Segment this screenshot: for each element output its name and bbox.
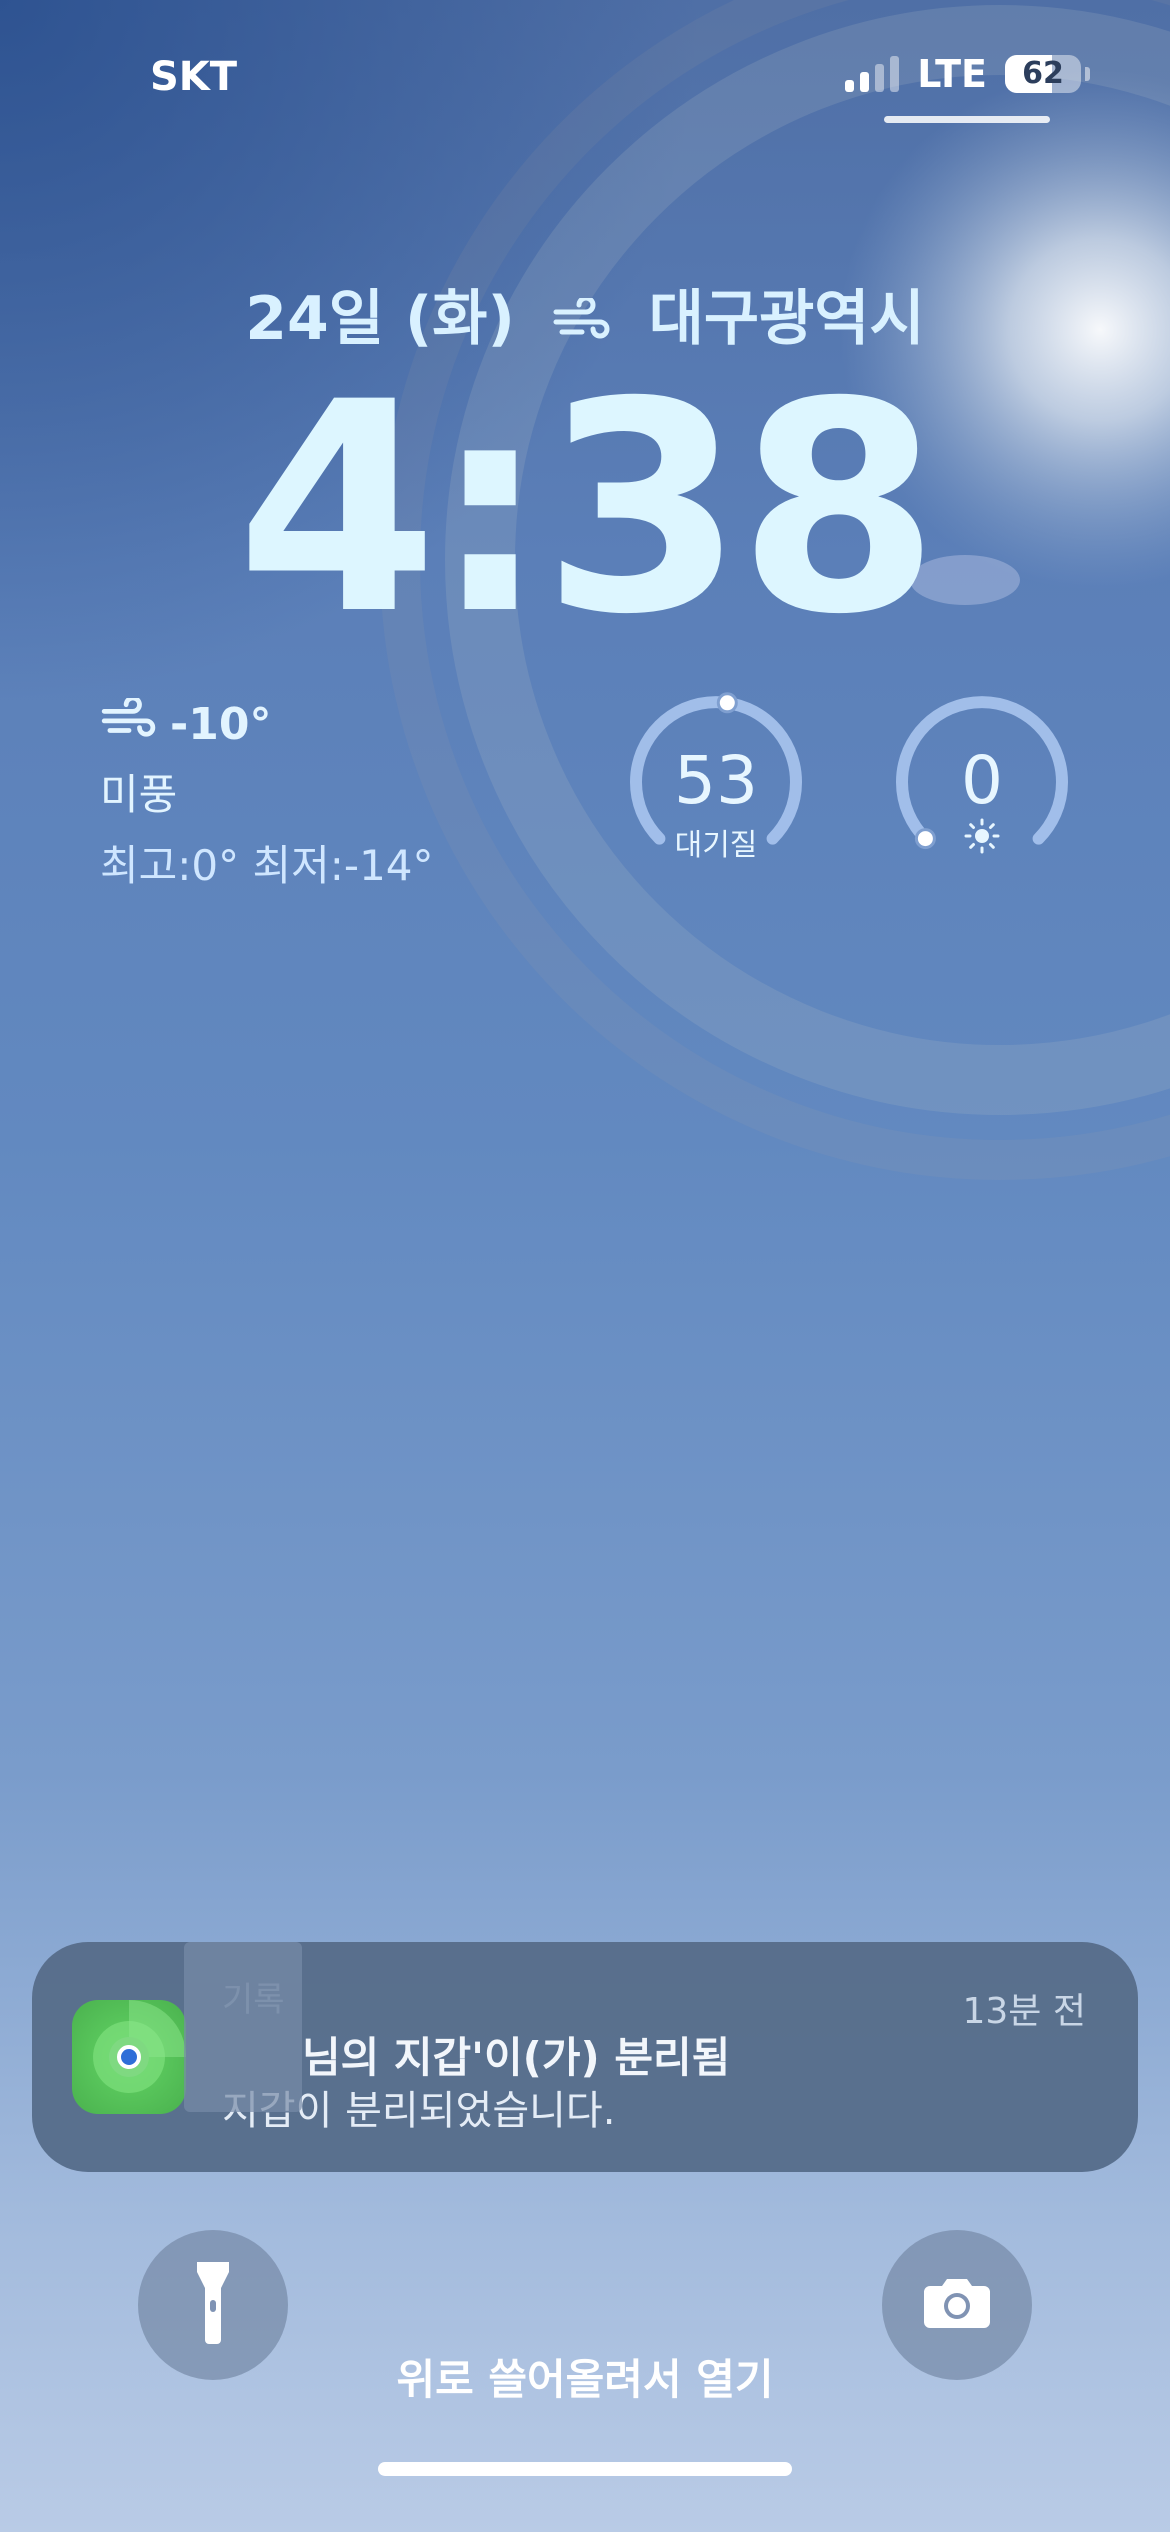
uv-index-widget[interactable]: 0 — [892, 692, 1072, 872]
air-quality-widget[interactable]: 53 대기질 — [626, 692, 806, 872]
uv-index-value: 0 — [961, 742, 1003, 819]
notification-card[interactable]: 기록 님의 지갑'이(가) 분리됨 지갑이 분리되었습니다. 13분 전 — [32, 1942, 1138, 2172]
redacted-area — [184, 1942, 302, 2112]
camera-icon — [922, 2276, 992, 2334]
battery-tip — [1085, 67, 1090, 81]
signal-strength-icon — [845, 56, 900, 92]
temperature: -10° — [170, 699, 272, 750]
find-my-icon — [72, 2000, 186, 2114]
uv-gauge-marker — [914, 828, 936, 850]
status-indicators: LTE 62 — [845, 52, 1090, 96]
network-type: LTE — [917, 52, 987, 96]
swipe-up-hint: 위로 쓸어올려서 열기 — [396, 2355, 774, 2404]
flashlight-icon — [193, 2258, 233, 2352]
weather-condition: 미풍 — [100, 770, 178, 819]
air-quality-label: 대기질 — [674, 828, 758, 863]
battery-icon: 62 — [1005, 55, 1081, 93]
notification-title: 님의 지갑'이(가) 분리됨 — [302, 2033, 731, 2082]
high-low-temperature: 최고:0° 최저:-14° — [100, 841, 434, 890]
air-quality-gauge-marker — [716, 692, 738, 714]
home-indicator[interactable] — [378, 2462, 792, 2476]
lock-screen-clock: 4:38 — [236, 341, 939, 678]
notification-time: 13분 전 — [962, 1991, 1087, 2032]
battery-level: 62 — [1022, 56, 1064, 91]
air-quality-value: 53 — [674, 742, 758, 819]
control-center-hint[interactable] — [884, 116, 1050, 123]
carrier-label: SKT — [150, 54, 238, 100]
weather-widget[interactable]: -10° 미풍 최고:0° 최저:-14° — [100, 695, 434, 893]
wind-icon — [100, 695, 158, 751]
